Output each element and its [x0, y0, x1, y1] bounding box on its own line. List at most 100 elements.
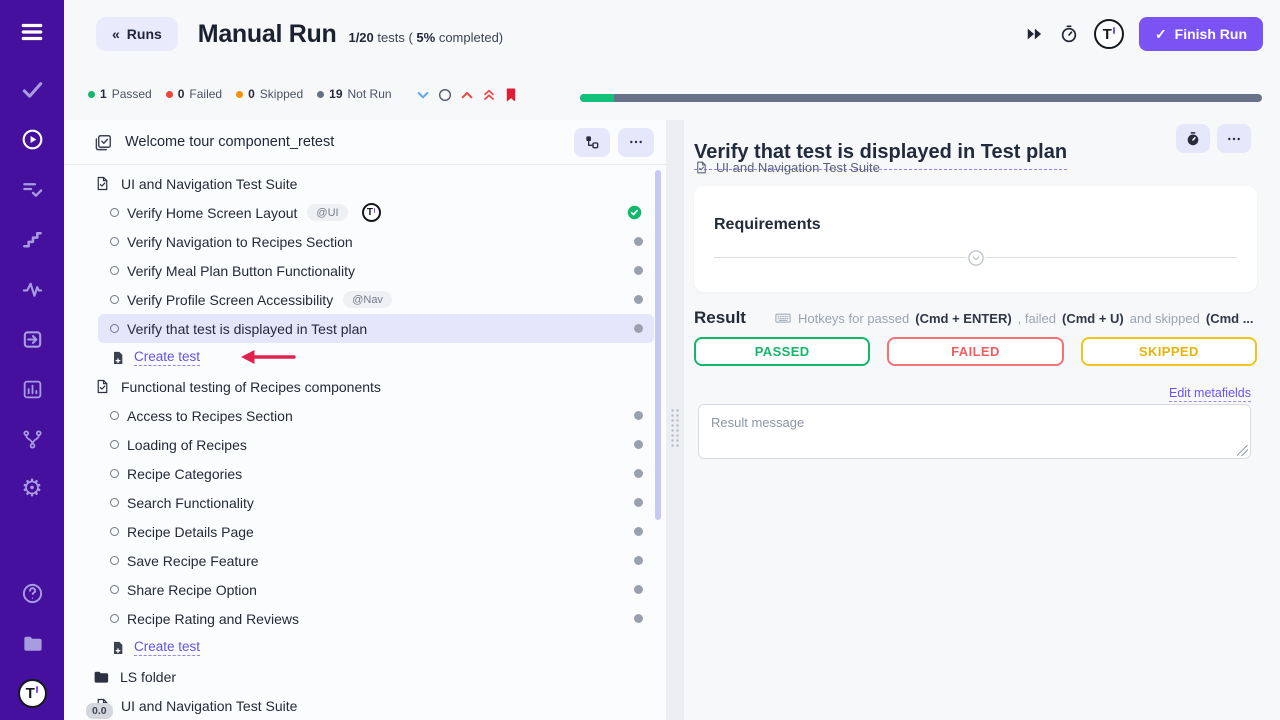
chevrons-up-icon[interactable] [481, 87, 497, 103]
test-row[interactable]: Loading of Recipes [98, 430, 654, 459]
timer-button[interactable] [1176, 124, 1210, 153]
suite-row[interactable]: UI and Navigation Test Suite [64, 169, 666, 198]
hotkey-text: (Cmd + ENTER) [915, 311, 1011, 326]
row-label: UI and Navigation Test Suite [121, 176, 297, 192]
edit-metafields-link[interactable]: Edit metafields [1169, 386, 1251, 402]
create-test-row[interactable]: Create test [64, 343, 666, 372]
test-circle-icon [110, 498, 119, 507]
hotkey-text: , failed [1018, 311, 1056, 326]
test-circle-icon [110, 266, 119, 275]
row-label: Save Recipe Feature [127, 553, 259, 569]
result-message-input[interactable] [698, 404, 1251, 459]
sidebar-item-gear[interactable]: ⚙ [0, 464, 64, 514]
test-row[interactable]: Verify Navigation to Recipes Section [98, 227, 654, 256]
test-row[interactable]: Recipe Categories [98, 459, 654, 488]
sidebar-item-folder[interactable] [0, 618, 64, 668]
run-stats: 1Passed 0Failed 0Skipped 19Not Run [88, 87, 406, 101]
sidebar-item-branch[interactable] [0, 414, 64, 464]
chevron-up-icon[interactable] [459, 87, 475, 103]
runs-button-label: Runs [127, 26, 162, 42]
folder-row[interactable]: LS folder [64, 662, 666, 691]
tests-count: 1/20 [348, 30, 373, 45]
test-row[interactable]: Save Recipe Feature [98, 546, 654, 575]
ellipsis-icon [1226, 131, 1242, 147]
check-icon [21, 78, 44, 101]
sidebar-item-play-circle[interactable] [0, 114, 64, 164]
fast-forward-icon[interactable] [1024, 24, 1044, 44]
test-row[interactable]: Recipe Details Page [98, 517, 654, 546]
sidebar-item-check[interactable] [0, 64, 64, 114]
stat-passed: 1Passed [88, 87, 152, 101]
list-check-icon [21, 178, 44, 201]
sidebar-item-import[interactable] [0, 314, 64, 364]
create-test-link[interactable]: Create test [134, 639, 200, 656]
test-row[interactable]: Verify Meal Plan Button Functionality [98, 256, 654, 285]
detail-more-button[interactable] [1217, 124, 1251, 153]
sidebar-item-help[interactable] [0, 568, 64, 618]
sidebar-bottom-group: T [0, 568, 64, 718]
tree-scrollbar[interactable] [655, 170, 661, 520]
notrun-dot-icon [634, 266, 643, 275]
run-progress-summary: 1/20 tests ( 5% completed) [348, 30, 503, 45]
test-row[interactable]: Verify Home Screen Layout@UIT [98, 198, 654, 227]
test-row[interactable]: Verify Profile Screen Accessibility @Nav [98, 285, 654, 314]
suite-breadcrumb[interactable]: UI and Navigation Test Suite [694, 160, 880, 175]
pulse-icon [21, 278, 44, 301]
finish-run-label: Finish Run [1175, 26, 1247, 42]
stat-failed: 0Failed [166, 87, 222, 101]
test-row[interactable]: Recipe Rating and Reviews [98, 604, 654, 633]
sidebar-item-steps[interactable] [0, 214, 64, 264]
sidebar-item-logo[interactable]: T [0, 668, 64, 718]
notrun-dot-icon [634, 585, 643, 594]
suite-row[interactable]: Functional testing of Recipes components [64, 372, 666, 401]
tag-badge: @Nav [343, 291, 392, 308]
chevron-down-icon[interactable] [415, 87, 431, 103]
notrun-dot-icon [634, 237, 643, 246]
create-test-link[interactable]: Create test [134, 349, 200, 366]
notrun-dot-icon [634, 295, 643, 304]
page-title: Manual Run [198, 20, 337, 49]
finish-run-button[interactable]: ✓ Finish Run [1139, 17, 1263, 51]
test-row[interactable]: Share Recipe Option [98, 575, 654, 604]
drag-handle-icon[interactable] [670, 408, 680, 448]
suite-row[interactable]: 0.0UI and Navigation Test Suite [64, 691, 666, 720]
result-skipped-button[interactable]: SKIPPED [1081, 337, 1257, 366]
file-check-icon [94, 175, 111, 192]
sidebar-item-chart[interactable] [0, 364, 64, 414]
hotkey-text: and skipped [1130, 311, 1200, 326]
row-label: LS folder [120, 669, 176, 685]
test-circle-icon [110, 440, 119, 449]
circle-o-icon[interactable] [437, 87, 453, 103]
result-buttons: PASSED FAILED SKIPPED [694, 337, 1257, 366]
test-row[interactable]: Access to Recipes Section [98, 401, 654, 430]
result-passed-button[interactable]: PASSED [694, 337, 870, 366]
expand-chevron-icon[interactable] [967, 249, 985, 267]
panel-resize-divider[interactable] [666, 120, 684, 720]
bookmark-icon[interactable] [503, 87, 519, 103]
back-to-runs-button[interactable]: « Runs [96, 17, 178, 51]
row-label: Verify Profile Screen Accessibility [127, 292, 333, 308]
status-dot-icon [88, 91, 95, 98]
chevrons-left-icon: « [112, 26, 120, 42]
sidebar-item-menu[interactable] [0, 0, 64, 64]
tree-more-button[interactable] [618, 128, 654, 157]
play-circle-icon [21, 128, 44, 151]
status-bar: 1Passed 0Failed 0Skipped 19Not Run [64, 84, 1280, 110]
stopwatch-icon[interactable] [1059, 24, 1079, 44]
help-icon [21, 582, 44, 605]
tree-view-button[interactable] [574, 128, 610, 157]
test-circle-icon [110, 324, 119, 333]
percent-completed: 5% [416, 30, 435, 45]
checklist-icon [94, 133, 113, 152]
result-failed-button[interactable]: FAILED [887, 337, 1063, 366]
row-label: Verify Navigation to Recipes Section [127, 234, 353, 250]
hotkey-text: (Cmd + U) [1062, 311, 1124, 326]
test-row[interactable]: Verify that test is displayed in Test pl… [98, 314, 654, 343]
create-test-row[interactable]: Create test [64, 633, 666, 662]
result-section-header: Result Hotkeys for passed (Cmd + ENTER) … [694, 308, 1280, 328]
sidebar-item-list-check[interactable] [0, 164, 64, 214]
test-row[interactable]: Search Functionality [98, 488, 654, 517]
sidebar-item-pulse[interactable] [0, 264, 64, 314]
workspace-avatar[interactable]: T [1094, 19, 1124, 49]
gear-icon: ⚙ [21, 477, 43, 501]
